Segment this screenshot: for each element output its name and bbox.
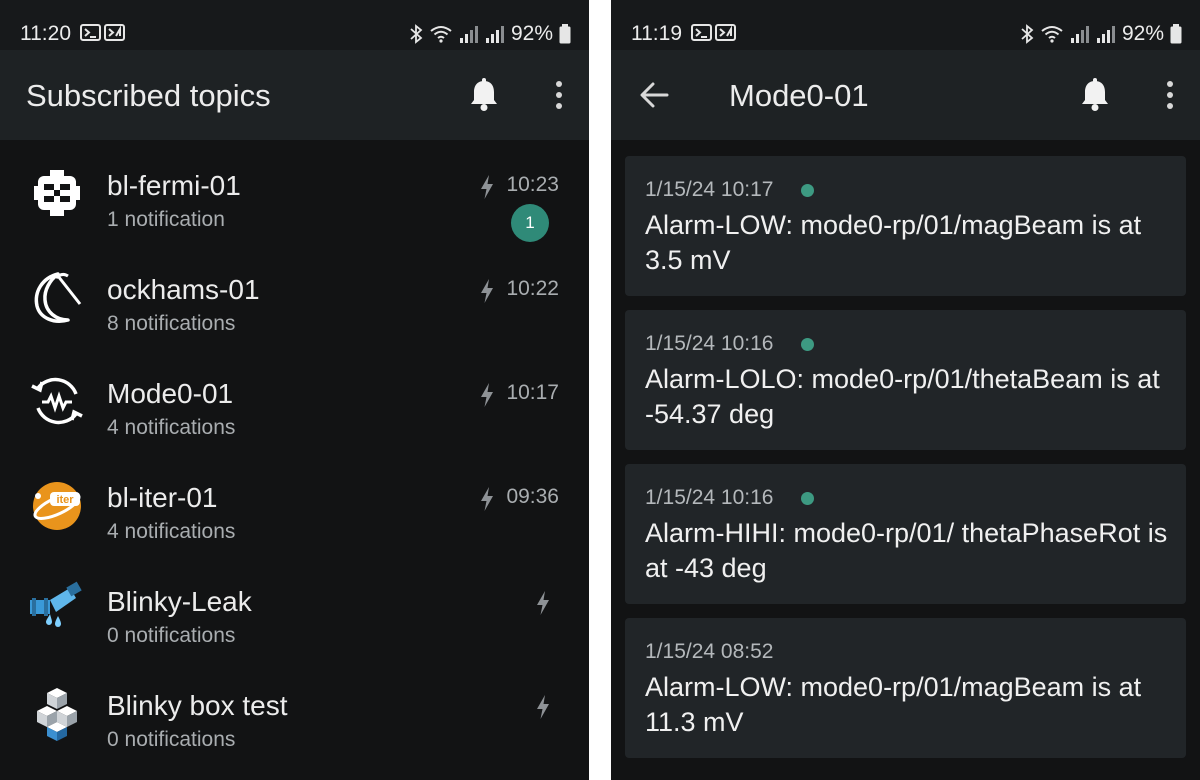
bolt-icon: [537, 695, 549, 719]
stacked-cubes-icon: [37, 688, 77, 741]
topic-name: Blinky box test: [107, 690, 288, 721]
status-time: 11:19: [631, 22, 682, 45]
signal-icon: [1070, 26, 1089, 43]
topic-row[interactable]: iter bl-iter-01 4 notifications 09:36: [0, 452, 589, 556]
terminal-icon: [80, 24, 125, 41]
status-right: 92%: [409, 22, 571, 46]
status-bar: 11:19 92%: [611, 0, 1200, 50]
notification-message: Alarm-HIHI: mode0-rp/01/ thetaPhaseRot i…: [645, 518, 1168, 583]
topic-name: Mode0-01: [107, 378, 234, 409]
razor-logo-icon: [34, 272, 82, 323]
notification-date: 1/15/24 08:52: [645, 640, 774, 663]
topic-list: bl-fermi-01 1 notification 10:23 1 ockha…: [0, 140, 589, 764]
notification-message: Alarm-LOW: mode0-rp/01/magBeam is at 3.5…: [645, 210, 1142, 275]
status-bar: 11:20 92%: [0, 0, 589, 50]
status-time: 11:20: [20, 22, 71, 45]
unread-badge: 1: [511, 204, 549, 242]
notification-card[interactable]: 1/15/24 10:16 Alarm-LOLO: mode0-rp/01/th…: [625, 310, 1186, 450]
topic-row[interactable]: Blinky box test 0 notifications: [0, 660, 589, 764]
more-options-icon[interactable]: [1166, 80, 1174, 115]
topic-notification-count: 1 notification: [107, 208, 225, 231]
wifi-icon: [1041, 26, 1063, 43]
signal-icon-2: [1096, 26, 1115, 43]
svg-text:iter: iter: [56, 494, 74, 506]
battery-icon: [559, 24, 571, 44]
bell-icon[interactable]: [469, 78, 499, 117]
topic-notification-count: 4 notifications: [107, 416, 236, 439]
topics-screen: 11:20 92% Subscribed topics bl-fermi-01 …: [0, 0, 589, 780]
bluetooth-icon: [1021, 24, 1034, 44]
topic-time: 10:23: [506, 173, 559, 196]
page-title: Subscribed topics: [26, 78, 271, 113]
notification-date: 1/15/24 10:16: [645, 486, 774, 509]
status-right: 92%: [1020, 22, 1182, 46]
page-title: Mode0-01: [729, 78, 869, 113]
notification-message: Alarm-LOW: mode0-rp/01/magBeam is at 11.…: [645, 672, 1142, 737]
notification-date: 1/15/24 10:17: [645, 178, 774, 201]
app-bar: Subscribed topics: [0, 50, 589, 140]
topic-time: 09:36: [506, 485, 559, 508]
signal-icon: [459, 26, 478, 43]
notification-card[interactable]: 1/15/24 10:17 Alarm-LOW: mode0-rp/01/mag…: [625, 156, 1186, 296]
unread-dot: [801, 338, 814, 351]
battery-icon: [1170, 24, 1182, 44]
topic-notification-count: 0 notifications: [107, 624, 236, 647]
topic-notification-count: 0 notifications: [107, 728, 236, 751]
topic-row[interactable]: ockhams-01 8 notifications 10:22: [0, 244, 589, 348]
fermilab-logo-icon: [34, 170, 80, 216]
topic-name: bl-iter-01: [107, 482, 218, 513]
bolt-icon: [481, 175, 493, 199]
topic-row[interactable]: bl-fermi-01 1 notification 10:23 1: [0, 140, 589, 244]
topic-detail-screen: 11:19 92% Mode0-01 1/15/24 10:17 Alarm-L…: [611, 0, 1200, 780]
bolt-icon: [481, 383, 493, 407]
waveform-cycle-icon: [31, 377, 83, 425]
topic-time: 10:17: [506, 381, 559, 404]
bell-icon[interactable]: [1080, 78, 1110, 117]
notification-list: 1/15/24 10:17 Alarm-LOW: mode0-rp/01/mag…: [625, 156, 1186, 772]
notification-message: Alarm-LOLO: mode0-rp/01/thetaBeam is at …: [645, 364, 1160, 429]
topic-name: ockhams-01: [107, 274, 260, 305]
notification-status-icons: [691, 24, 737, 47]
wifi-icon: [430, 26, 452, 43]
bolt-icon: [481, 487, 493, 511]
back-arrow-icon[interactable]: [639, 82, 669, 113]
iter-logo-icon: iter: [33, 482, 81, 530]
notification-date: 1/15/24 10:16: [645, 332, 774, 355]
leaking-pipe-icon: [30, 581, 82, 627]
bolt-icon: [537, 591, 549, 615]
battery-percent: 92%: [510, 22, 553, 45]
notification-card[interactable]: 1/15/24 10:16 Alarm-HIHI: mode0-rp/01/ t…: [625, 464, 1186, 604]
topic-row[interactable]: Blinky-Leak 0 notifications: [0, 556, 589, 660]
topic-notification-count: 8 notifications: [107, 312, 236, 335]
notification-status-icons: [80, 24, 126, 47]
topic-name: bl-fermi-01: [107, 170, 241, 201]
signal-icon-2: [485, 26, 504, 43]
more-options-icon[interactable]: [555, 80, 563, 115]
topic-name: Blinky-Leak: [107, 586, 252, 617]
terminal-icon: [691, 24, 736, 41]
battery-percent: 92%: [1121, 22, 1164, 45]
bolt-icon: [481, 279, 493, 303]
unread-dot: [801, 184, 814, 197]
unread-dot: [801, 492, 814, 505]
bluetooth-icon: [410, 24, 423, 44]
app-bar: Mode0-01: [611, 50, 1200, 140]
topic-notification-count: 4 notifications: [107, 520, 236, 543]
topic-time: 10:22: [506, 277, 559, 300]
topic-row[interactable]: Mode0-01 4 notifications 10:17: [0, 348, 589, 452]
notification-card[interactable]: 1/15/24 08:52 Alarm-LOW: mode0-rp/01/mag…: [625, 618, 1186, 758]
